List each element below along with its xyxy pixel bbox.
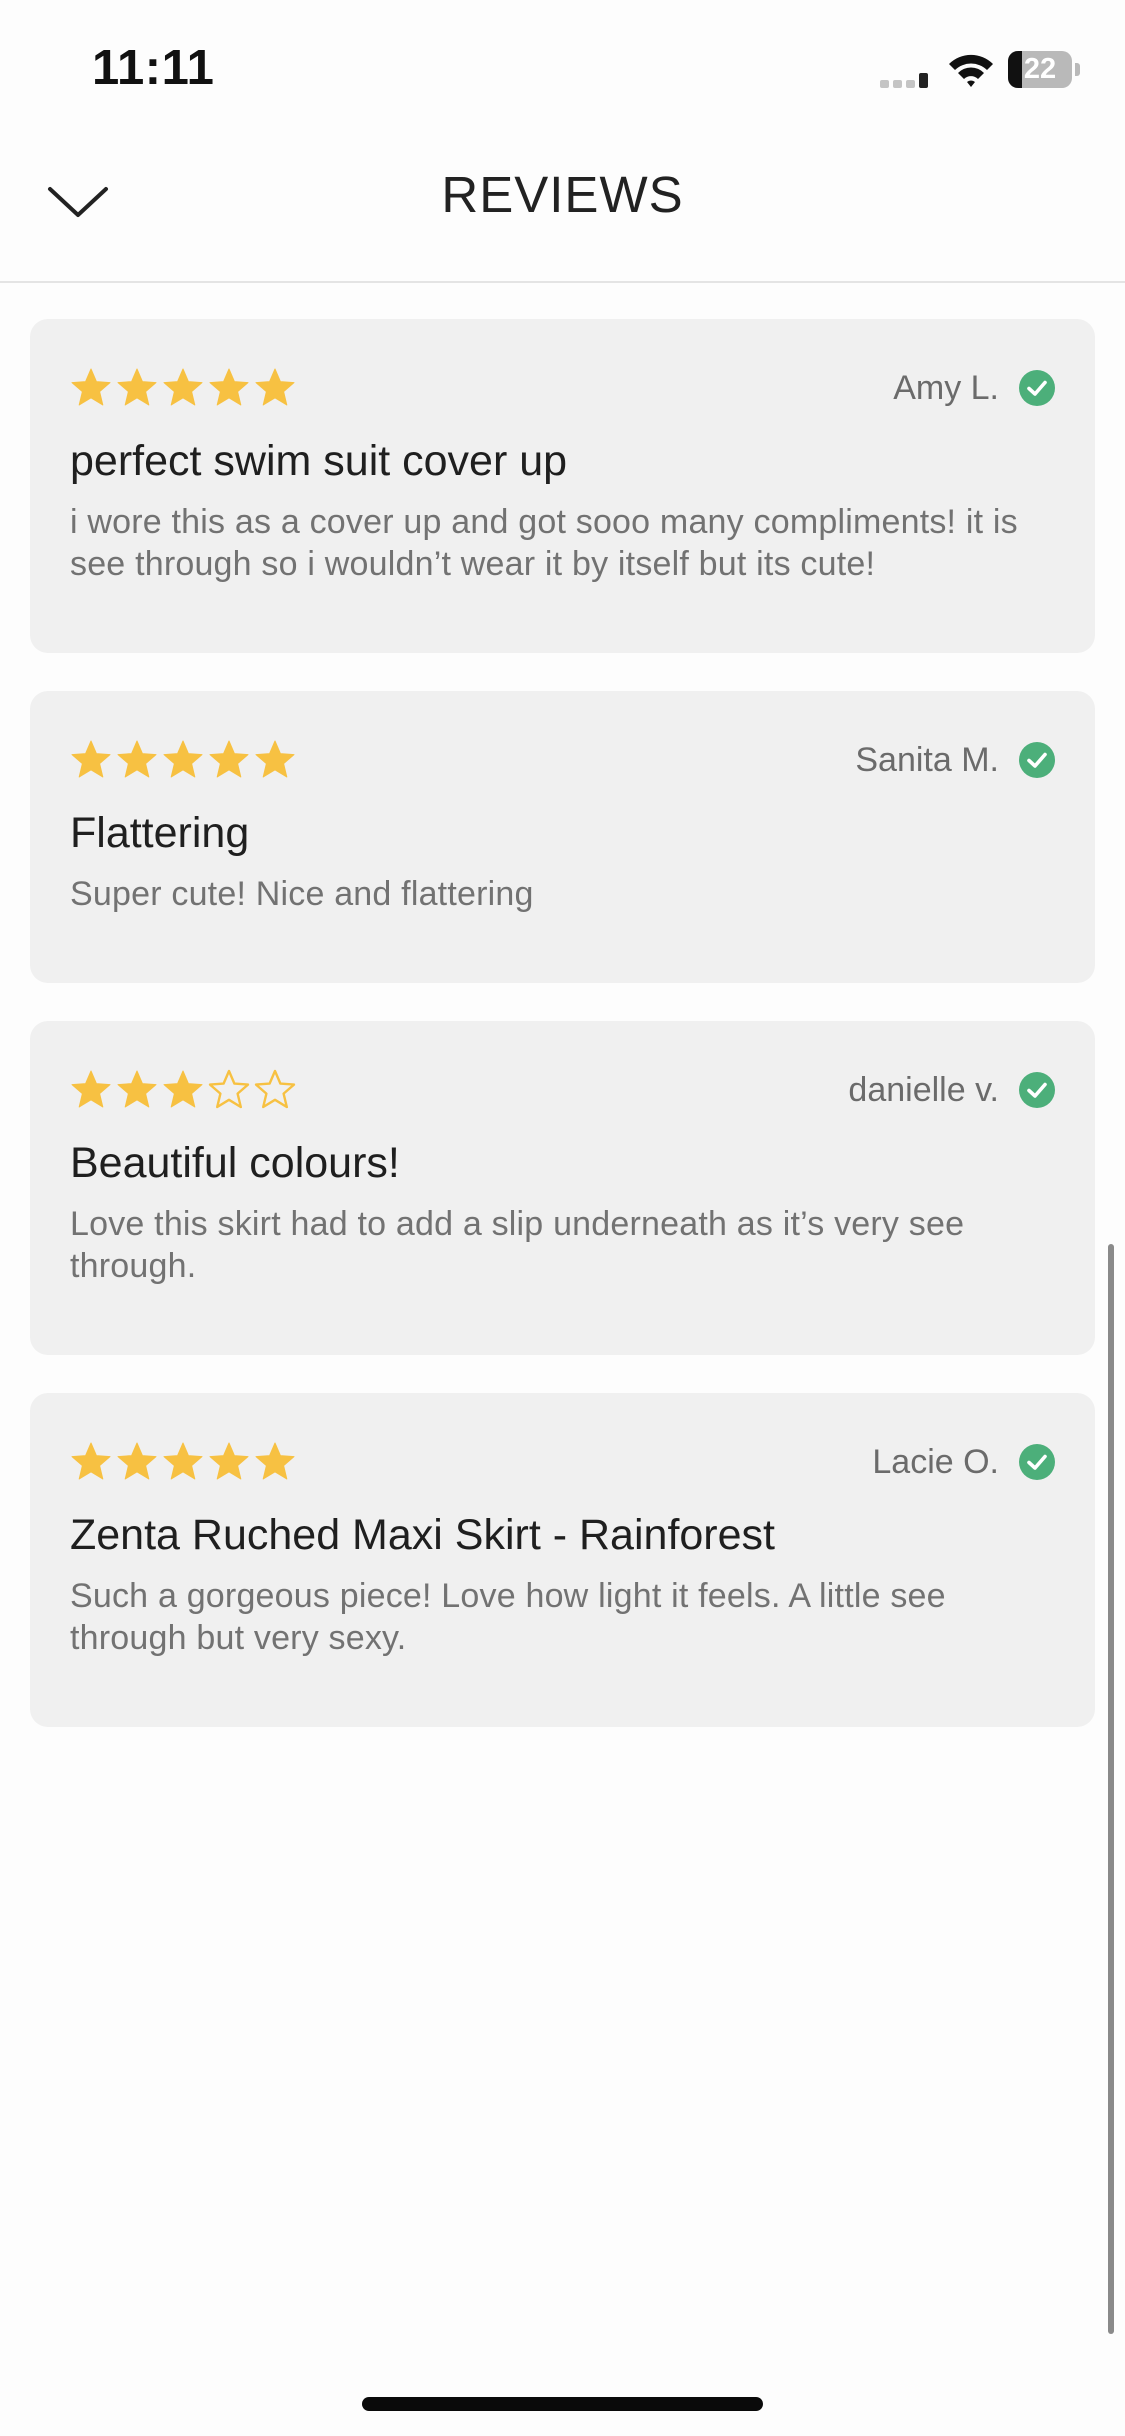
star-filled-icon: [117, 740, 157, 778]
star-filled-icon: [255, 740, 295, 778]
review-body: Love this skirt had to add a slip undern…: [70, 1205, 965, 1285]
star-rating: [70, 367, 296, 409]
star-filled-icon: [71, 1442, 111, 1480]
battery-percent: 22: [1023, 53, 1057, 85]
review-title: Beautiful colours!: [70, 1139, 400, 1187]
star-filled-icon: [117, 1442, 157, 1480]
star-filled-icon: [255, 368, 295, 406]
page-title: REVIEWS: [441, 166, 684, 223]
star-filled-icon: [163, 368, 203, 406]
review-body: i wore this as a cover up and got sooo m…: [70, 503, 1018, 583]
reviewer: danielle v.: [848, 1071, 1055, 1110]
verified-check-icon: [1019, 742, 1055, 778]
review-body: Such a gorgeous piece! Love how light it…: [70, 1577, 946, 1657]
star-filled-icon: [71, 1070, 111, 1108]
verified-check-icon: [1019, 1072, 1055, 1108]
signal-icon: [880, 73, 928, 88]
reviewer-name: danielle v.: [848, 1070, 999, 1109]
review-title: perfect swim suit cover up: [70, 437, 568, 485]
star-filled-icon: [255, 1442, 295, 1480]
star-filled-icon: [163, 740, 203, 778]
verified-check-icon: [1019, 370, 1055, 406]
battery-icon: 22: [1008, 51, 1080, 88]
reviews-list: Amy L. perfect swim suit cover up i wore…: [30, 319, 1095, 1765]
status-time: 11:11: [92, 41, 215, 95]
star-rating: [70, 739, 296, 781]
reviewer-name: Lacie O.: [872, 1442, 999, 1481]
wifi-icon: [949, 54, 993, 87]
status-bar: 11:11 22: [0, 0, 1125, 135]
star-filled-icon: [117, 368, 157, 406]
star-filled-icon: [163, 1442, 203, 1480]
star-empty-icon: [254, 1069, 296, 1109]
reviewer-name: Sanita M.: [855, 740, 999, 779]
star-filled-icon: [209, 368, 249, 406]
star-rating: [70, 1441, 296, 1483]
scrollbar[interactable]: [1108, 1244, 1114, 2334]
star-rating: [70, 1069, 296, 1111]
verified-check-icon: [1019, 1444, 1055, 1480]
star-filled-icon: [209, 1442, 249, 1480]
review-body: Super cute! Nice and flattering: [70, 875, 534, 913]
star-filled-icon: [71, 368, 111, 406]
review-card: Sanita M. Flattering Super cute! Nice an…: [30, 691, 1095, 983]
star-filled-icon: [71, 740, 111, 778]
review-title: Flattering: [70, 809, 250, 857]
reviewer-name: Amy L.: [893, 368, 999, 407]
review-card: Lacie O. Zenta Ruched Maxi Skirt - Rainf…: [30, 1393, 1095, 1727]
review-title: Zenta Ruched Maxi Skirt - Rainforest: [70, 1511, 775, 1559]
star-empty-icon: [208, 1069, 250, 1109]
reviewer: Lacie O.: [872, 1443, 1055, 1482]
reviewer: Sanita M.: [855, 741, 1055, 780]
review-card: danielle v. Beautiful colours! Love this…: [30, 1021, 1095, 1355]
star-filled-icon: [163, 1070, 203, 1108]
star-filled-icon: [117, 1070, 157, 1108]
reviewer: Amy L.: [893, 369, 1055, 408]
header: REVIEWS: [0, 135, 1125, 283]
home-indicator[interactable]: [362, 2397, 763, 2411]
star-filled-icon: [209, 740, 249, 778]
review-card: Amy L. perfect swim suit cover up i wore…: [30, 319, 1095, 653]
